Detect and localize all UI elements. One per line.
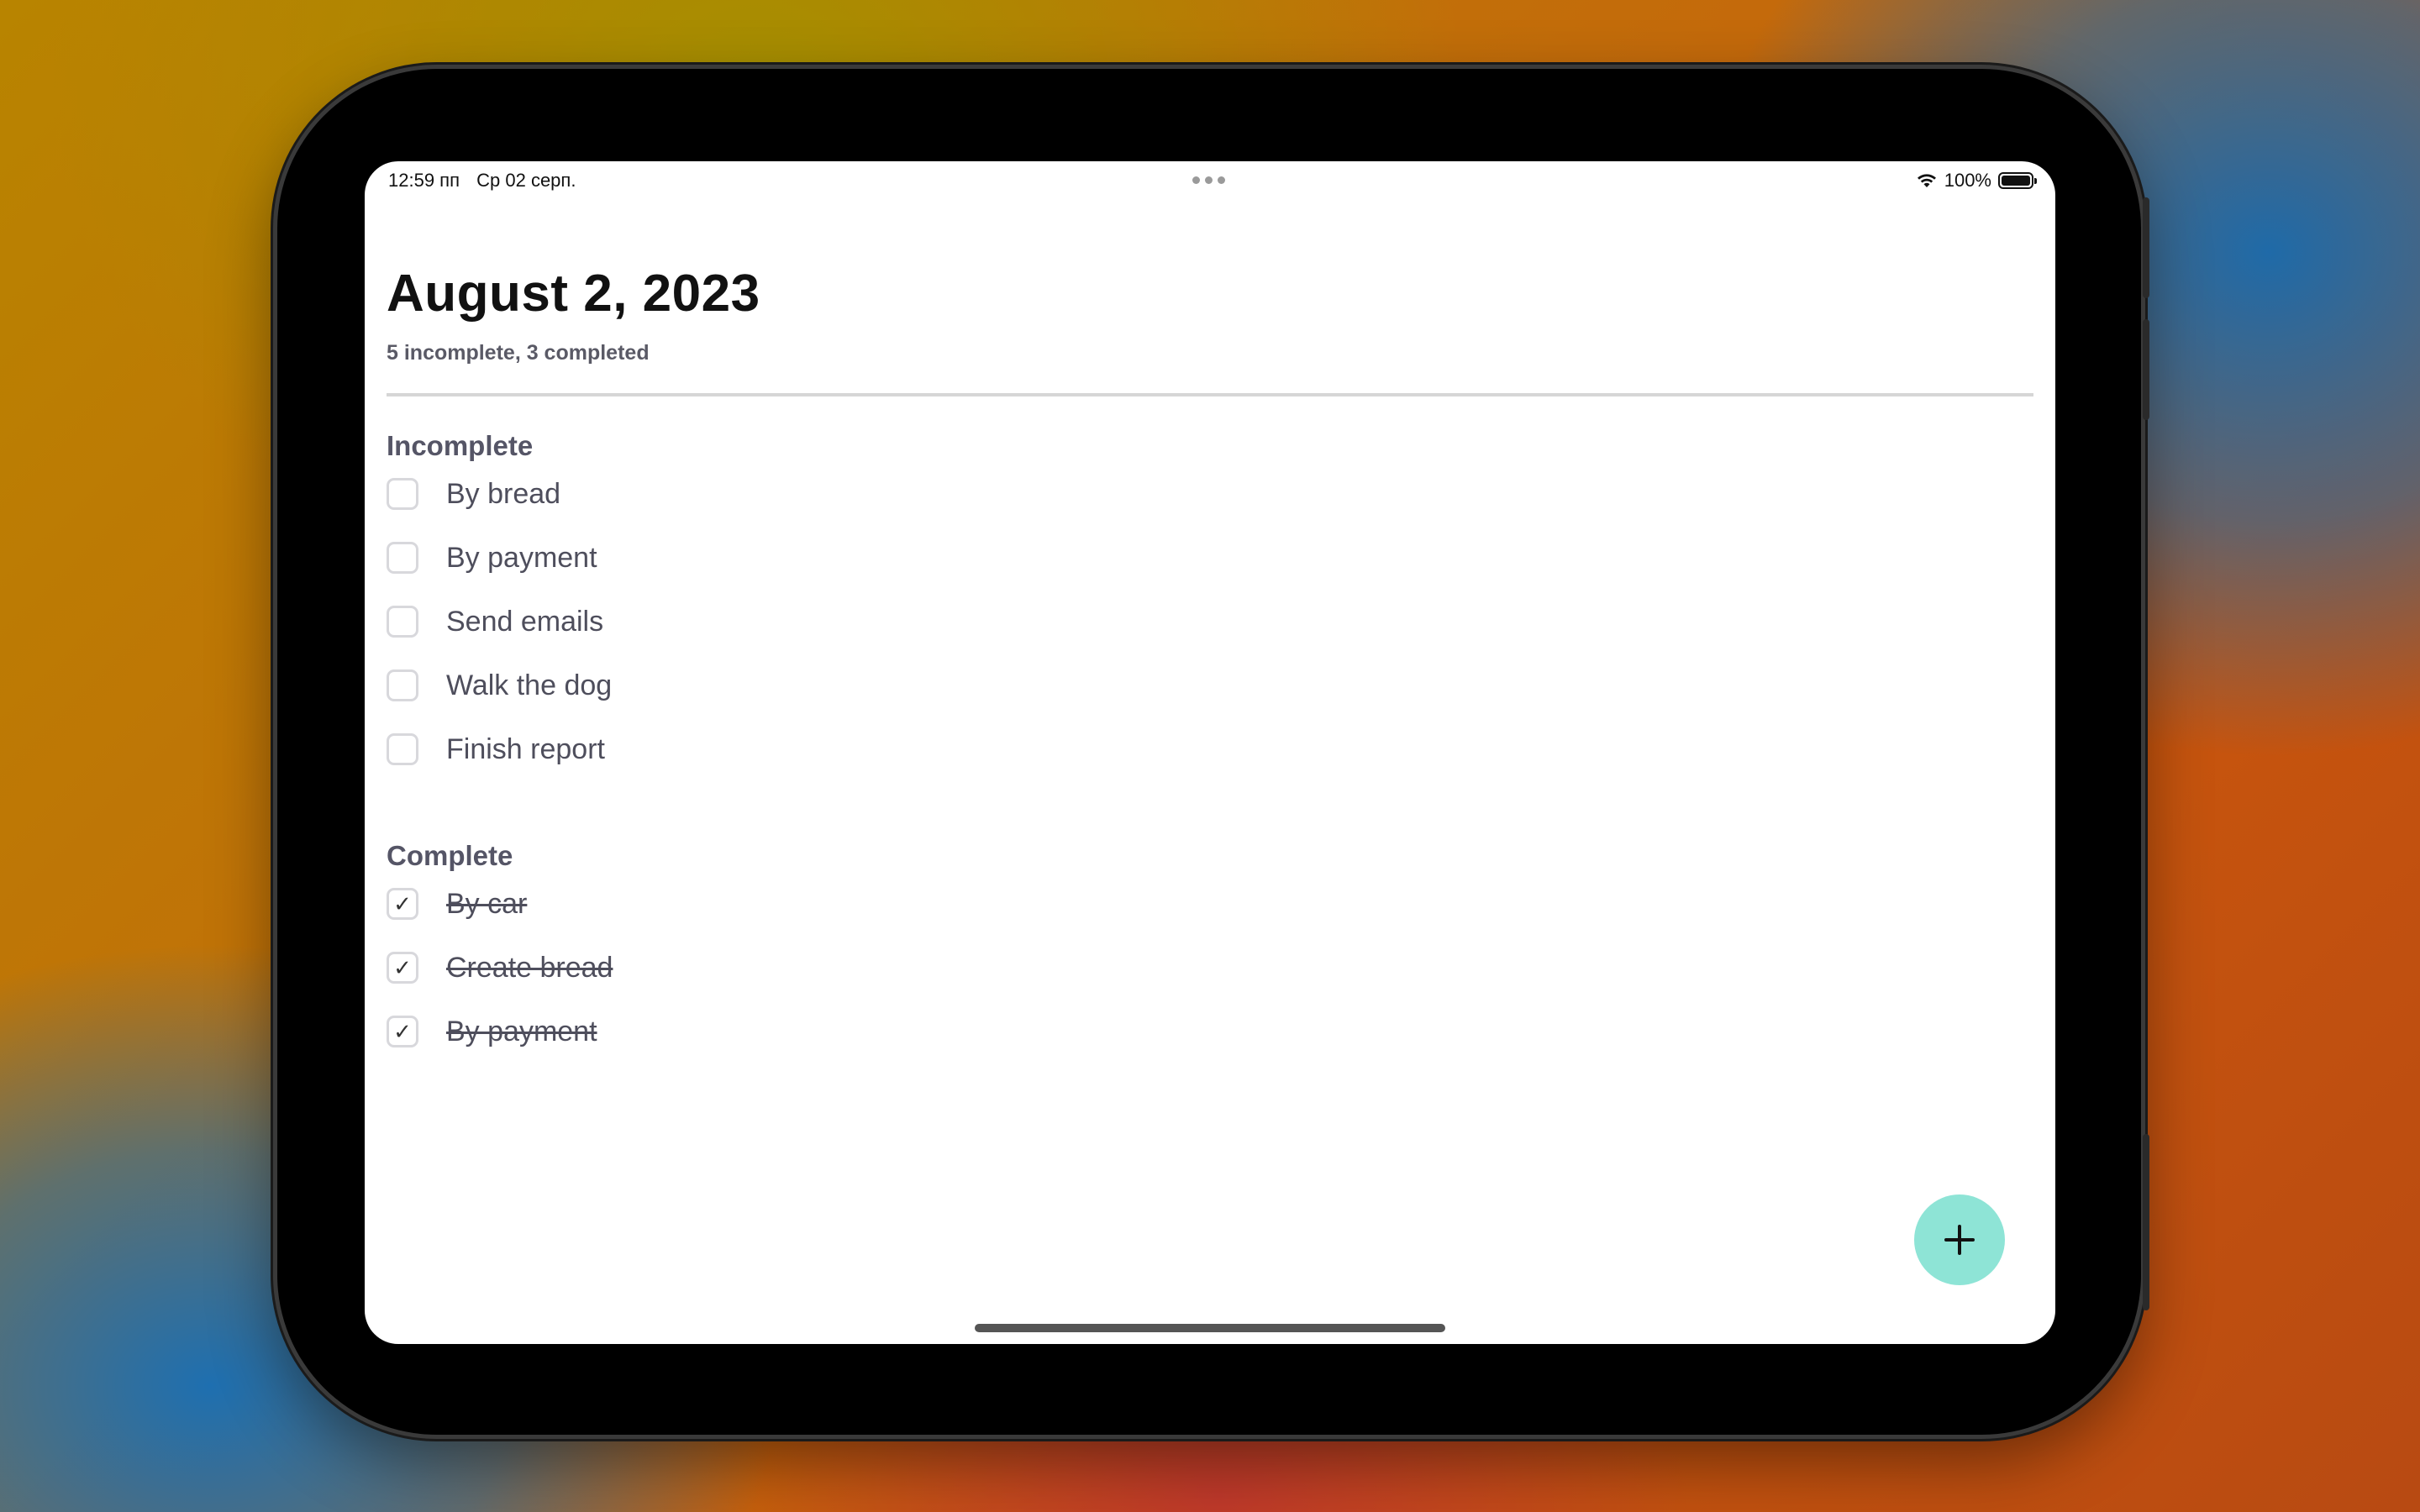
task-label: By payment bbox=[446, 541, 597, 574]
task-checkbox-checked[interactable]: ✓ bbox=[387, 952, 418, 984]
section-title-incomplete: Incomplete bbox=[387, 430, 534, 461]
task-row[interactable]: Walk the dog bbox=[387, 667, 612, 704]
multitasking-dots-icon[interactable] bbox=[1192, 176, 1225, 184]
task-label: Finish report bbox=[446, 732, 605, 765]
task-label: Create bread bbox=[446, 951, 613, 984]
section-title-complete: Complete bbox=[387, 840, 513, 871]
wifi-icon bbox=[1917, 174, 1936, 187]
status-bar: 12:59 пп Ср 02 серп. 100% bbox=[365, 161, 2055, 198]
task-label: Walk the dog bbox=[446, 669, 613, 701]
task-label: By payment bbox=[446, 1015, 597, 1047]
status-right: 100% bbox=[1916, 170, 2037, 192]
task-checkbox-checked[interactable]: ✓ bbox=[387, 1016, 418, 1047]
volume-up-button bbox=[2143, 197, 2149, 298]
add-task-button[interactable] bbox=[1914, 1194, 2005, 1285]
volume-down-button bbox=[2143, 319, 2149, 420]
battery-percent: 100% bbox=[1944, 170, 1991, 191]
status-time: 12:59 пп bbox=[388, 170, 460, 191]
task-checkbox-checked[interactable]: ✓ bbox=[387, 888, 418, 920]
battery-icon bbox=[1998, 172, 2037, 189]
task-summary: 5 incomplete, 3 completed bbox=[387, 341, 650, 365]
task-row[interactable]: Send emails bbox=[387, 603, 603, 640]
task-checkbox[interactable] bbox=[387, 669, 418, 701]
app-screen: 12:59 пп Ср 02 серп. 100% August 2, 2023… bbox=[365, 161, 2055, 1344]
task-label: By bread bbox=[446, 477, 561, 510]
task-row-completed[interactable]: ✓ Create bread bbox=[387, 949, 613, 986]
task-row[interactable]: By bread bbox=[387, 475, 560, 512]
task-checkbox[interactable] bbox=[387, 478, 418, 510]
task-row[interactable]: By payment bbox=[387, 539, 597, 576]
plus-icon bbox=[1944, 1225, 1975, 1255]
task-row[interactable]: Finish report bbox=[387, 731, 605, 768]
task-label: Send emails bbox=[446, 605, 604, 638]
status-left: 12:59 пп Ср 02 серп. bbox=[388, 170, 587, 192]
side-button bbox=[2143, 1134, 2149, 1310]
task-checkbox[interactable] bbox=[387, 733, 418, 765]
home-indicator[interactable] bbox=[975, 1324, 1445, 1332]
task-checkbox[interactable] bbox=[387, 542, 418, 574]
task-checkbox[interactable] bbox=[387, 606, 418, 638]
task-label: By car bbox=[446, 887, 528, 920]
task-row-completed[interactable]: ✓ By payment bbox=[387, 1013, 597, 1050]
status-date: Ср 02 серп. bbox=[476, 170, 576, 191]
task-row-completed[interactable]: ✓ By car bbox=[387, 885, 527, 922]
header-divider bbox=[387, 393, 2033, 396]
page-title: August 2, 2023 bbox=[387, 265, 760, 323]
